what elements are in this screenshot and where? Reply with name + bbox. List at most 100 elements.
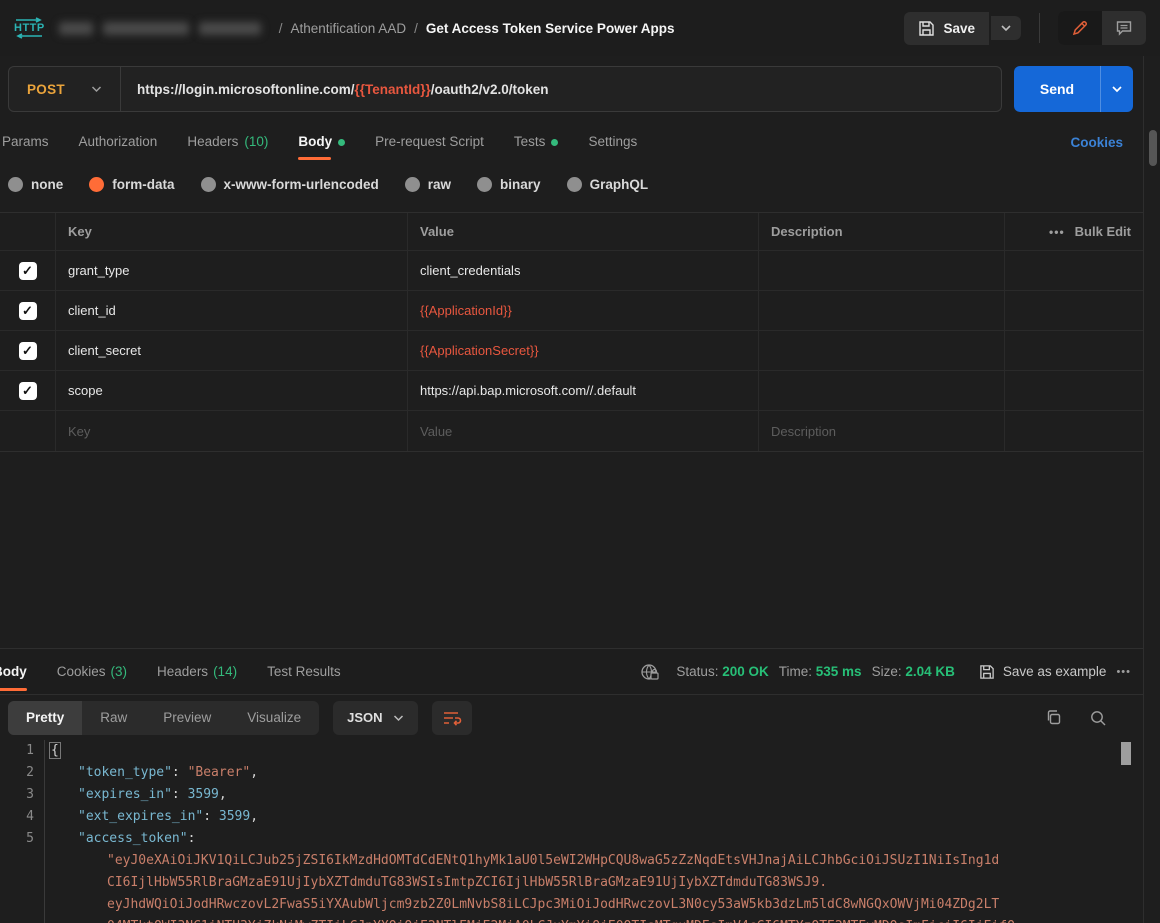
- view-pretty[interactable]: Pretty: [8, 701, 82, 735]
- description-placeholder[interactable]: Description: [759, 411, 1005, 451]
- send-options-button[interactable]: [1101, 85, 1133, 93]
- body-mode-selector: none form-data x-www-form-urlencoded raw…: [0, 162, 1143, 206]
- radio-none[interactable]: none: [8, 177, 63, 192]
- header-key: Key: [56, 213, 408, 250]
- response-tab-headers[interactable]: Headers(14): [157, 648, 237, 695]
- url-input[interactable]: https://login.microsoftonline.com/{{Tena…: [121, 82, 549, 97]
- code-line: 1 {: [0, 740, 1143, 762]
- description-cell[interactable]: [759, 331, 1005, 370]
- radio-graphql[interactable]: GraphQL: [567, 177, 649, 192]
- tab-body-label: Body: [298, 122, 332, 162]
- row-checkbox[interactable]: ✓: [19, 382, 37, 400]
- line-number: 2: [0, 762, 44, 784]
- key-cell[interactable]: grant_type: [56, 251, 408, 290]
- breadcrumb-collection[interactable]: Athentification AAD: [291, 21, 407, 36]
- search-icon[interactable]: [1089, 709, 1107, 727]
- code-line: 3 "expires_in": 3599,: [0, 784, 1143, 806]
- tab-pre-request-script[interactable]: Pre-request Script: [375, 122, 484, 162]
- row-end-cell: [1005, 411, 1143, 451]
- table-header-row: Key Value Description ••• Bulk Edit: [0, 213, 1143, 251]
- tab-params[interactable]: Params: [2, 122, 49, 162]
- value-placeholder[interactable]: Value: [408, 411, 759, 451]
- description-cell[interactable]: [759, 291, 1005, 330]
- tab-settings[interactable]: Settings: [588, 122, 637, 162]
- breadcrumb-separator: /: [414, 21, 418, 36]
- send-button[interactable]: Send: [1014, 81, 1100, 97]
- key-cell[interactable]: client_secret: [56, 331, 408, 370]
- response-tab-body[interactable]: Body: [0, 648, 27, 695]
- key-placeholder[interactable]: Key: [56, 411, 408, 451]
- row-checkbox[interactable]: ✓: [19, 302, 37, 320]
- key-cell[interactable]: client_id: [56, 291, 408, 330]
- response-more-actions-icon[interactable]: •••: [1116, 666, 1131, 678]
- value-cell[interactable]: https://api.bap.microsoft.com//.default: [408, 371, 759, 410]
- radio-form-data-label: form-data: [112, 177, 174, 192]
- tab-headers-label: Headers: [187, 122, 238, 162]
- save-as-example-label: Save as example: [1003, 664, 1107, 679]
- value-cell[interactable]: {{ApplicationId}}: [408, 291, 759, 330]
- response-tab-headers-label: Headers: [157, 648, 208, 695]
- time-label: Time:: [779, 664, 812, 679]
- edit-request-button[interactable]: [1058, 11, 1102, 45]
- view-preview[interactable]: Preview: [145, 701, 229, 735]
- radio-raw[interactable]: raw: [405, 177, 451, 192]
- method-selector[interactable]: POST: [9, 82, 91, 97]
- wrap-text-icon: [442, 710, 462, 726]
- url-variable: {{TenantId}}: [354, 82, 430, 97]
- tab-authorization[interactable]: Authorization: [79, 122, 158, 162]
- radio-none-label: none: [31, 177, 63, 192]
- key-cell[interactable]: scope: [56, 371, 408, 410]
- status-value: 200 OK: [722, 664, 769, 679]
- code-line-wrapped: 04MTktQWI3NC1iNTU3YjZkNjMwZTIiLCJpYXQiOj…: [0, 916, 1143, 923]
- response-tab-cookies[interactable]: Cookies(3): [57, 648, 127, 695]
- save-button[interactable]: Save: [904, 12, 989, 45]
- save-as-example-button[interactable]: Save as example: [979, 664, 1107, 680]
- view-visualize[interactable]: Visualize: [229, 701, 319, 735]
- globe-lock-icon[interactable]: [640, 662, 660, 682]
- radio-graphql-label: GraphQL: [590, 177, 649, 192]
- format-dropdown[interactable]: JSON: [333, 701, 417, 735]
- value-cell[interactable]: {{ApplicationSecret}}: [408, 331, 759, 370]
- description-cell[interactable]: [759, 251, 1005, 290]
- code-line: 4 "ext_expires_in": 3599,: [0, 806, 1143, 828]
- value-cell[interactable]: client_credentials: [408, 251, 759, 290]
- radio-binary[interactable]: binary: [477, 177, 541, 192]
- request-tabs: Params Authorization Headers(10) Body Pr…: [0, 122, 1143, 162]
- code-line: 5 "access_token":: [0, 828, 1143, 850]
- chevron-down-icon[interactable]: [91, 85, 102, 93]
- response-tab-test-results-label: Test Results: [267, 648, 341, 695]
- row-checkbox[interactable]: ✓: [19, 342, 37, 360]
- tab-pre-request-label: Pre-request Script: [375, 122, 484, 162]
- save-options-button[interactable]: [991, 16, 1021, 40]
- radio-icon: [201, 177, 216, 192]
- comment-icon: [1115, 19, 1133, 37]
- tab-body[interactable]: Body: [298, 122, 345, 162]
- floppy-icon: [979, 664, 995, 680]
- text-cursor: {: [49, 742, 61, 759]
- wrap-lines-button[interactable]: [432, 701, 472, 735]
- tab-tests[interactable]: Tests: [514, 122, 559, 162]
- radio-x-www-form-urlencoded[interactable]: x-www-form-urlencoded: [201, 177, 379, 192]
- comments-button[interactable]: [1102, 11, 1146, 45]
- cookies-link[interactable]: Cookies: [1070, 135, 1123, 150]
- response-tab-body-label: Body: [0, 648, 27, 695]
- request-url-bar: POST https://login.microsoftonline.com/{…: [0, 56, 1143, 122]
- more-actions-icon[interactable]: •••: [1049, 225, 1065, 239]
- vertical-scrollbar-thumb[interactable]: [1149, 130, 1157, 166]
- copy-icon[interactable]: [1045, 709, 1063, 727]
- response-scrollbar-thumb[interactable]: [1121, 742, 1131, 765]
- response-body-editor[interactable]: 1 { 2 "token_type": "Bearer", 3 "expires…: [0, 740, 1143, 923]
- bulk-edit-button[interactable]: Bulk Edit: [1075, 224, 1131, 239]
- response-tab-cookies-label: Cookies: [57, 648, 106, 695]
- description-cell[interactable]: [759, 371, 1005, 410]
- response-tab-test-results[interactable]: Test Results: [267, 648, 341, 695]
- radio-urlencoded-label: x-www-form-urlencoded: [224, 177, 379, 192]
- view-mode-group: Pretty Raw Preview Visualize: [8, 701, 319, 735]
- request-title[interactable]: Get Access Token Service Power Apps: [426, 21, 675, 36]
- radio-form-data[interactable]: form-data: [89, 177, 174, 192]
- tab-headers[interactable]: Headers(10): [187, 122, 268, 162]
- view-raw[interactable]: Raw: [82, 701, 145, 735]
- right-scroll-rail: [1143, 56, 1160, 923]
- row-end-cell: [1005, 291, 1143, 330]
- row-checkbox[interactable]: ✓: [19, 262, 37, 280]
